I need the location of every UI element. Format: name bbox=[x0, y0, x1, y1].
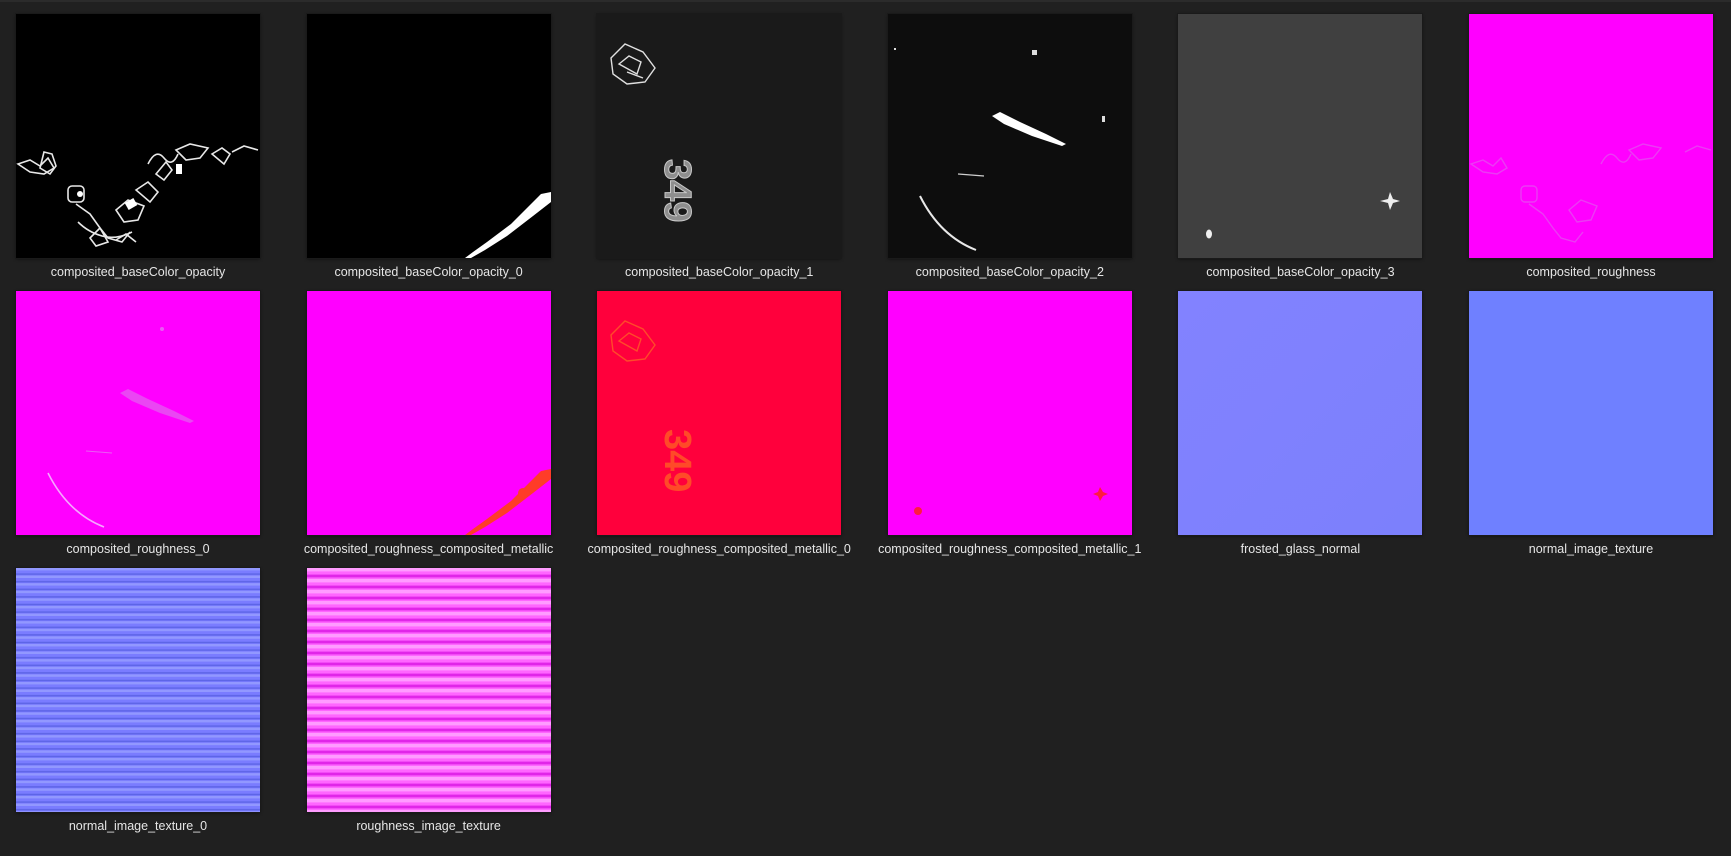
texture-thumbnail[interactable] bbox=[306, 568, 551, 812]
decal-number-text: 349 bbox=[656, 159, 698, 222]
texture-thumbnail[interactable]: 349 bbox=[597, 291, 842, 535]
texture-thumbnail[interactable] bbox=[887, 14, 1132, 258]
file-tile[interactable]: composited_roughness bbox=[1468, 14, 1713, 291]
texture-thumbnail[interactable] bbox=[16, 14, 260, 258]
file-tile[interactable]: composited_baseColor_opacity_0 bbox=[306, 14, 551, 291]
file-tile[interactable]: 349 composited_roughness_composited_meta… bbox=[588, 291, 851, 568]
window-top-border bbox=[0, 0, 1731, 2]
file-name[interactable]: composited_baseColor_opacity bbox=[0, 264, 290, 280]
file-tile[interactable]: roughness_image_texture bbox=[306, 568, 551, 845]
file-name[interactable]: composited_baseColor_opacity_1 bbox=[567, 264, 871, 280]
file-name[interactable]: composited_roughness bbox=[1439, 264, 1731, 280]
file-tile[interactable]: composited_baseColor_opacity bbox=[16, 14, 260, 291]
file-tile[interactable]: composited_baseColor_opacity_2 bbox=[887, 14, 1132, 291]
file-tile[interactable]: frosted_glass_normal bbox=[1178, 291, 1423, 568]
file-tile[interactable]: normal_image_texture bbox=[1468, 291, 1713, 568]
file-name[interactable]: composited_baseColor_opacity_0 bbox=[277, 264, 581, 280]
texture-thumbnail[interactable] bbox=[16, 291, 260, 535]
file-name[interactable]: composited_baseColor_opacity_2 bbox=[858, 264, 1162, 280]
texture-thumbnail[interactable] bbox=[306, 291, 551, 535]
file-name[interactable]: composited_roughness_composited_metallic… bbox=[858, 541, 1162, 557]
file-name[interactable]: composited_roughness_0 bbox=[0, 541, 290, 557]
file-tile[interactable]: normal_image_texture_0 bbox=[16, 568, 260, 845]
file-tile[interactable]: composited_baseColor_opacity_3 bbox=[1178, 14, 1423, 291]
texture-thumbnail[interactable] bbox=[1178, 14, 1423, 258]
file-name[interactable]: composited_roughness_composited_metallic bbox=[277, 541, 581, 557]
decal-number-text: 349 bbox=[656, 429, 698, 492]
texture-thumbnail[interactable] bbox=[1468, 14, 1713, 258]
texture-thumbnail[interactable]: 349 bbox=[597, 14, 842, 258]
texture-thumbnail[interactable] bbox=[887, 291, 1132, 535]
texture-thumbnail[interactable] bbox=[306, 14, 551, 258]
file-name[interactable]: composited_roughness_composited_metallic… bbox=[567, 541, 871, 557]
file-name[interactable]: normal_image_texture_0 bbox=[0, 818, 290, 834]
file-name[interactable]: frosted_glass_normal bbox=[1148, 541, 1452, 557]
texture-thumbnail[interactable] bbox=[1178, 291, 1423, 535]
texture-thumbnail[interactable] bbox=[1468, 291, 1713, 535]
texture-thumbnail[interactable] bbox=[16, 568, 260, 812]
file-tile[interactable]: composited_roughness_composited_metallic… bbox=[878, 291, 1141, 568]
file-name[interactable]: normal_image_texture bbox=[1439, 541, 1731, 557]
file-name[interactable]: composited_baseColor_opacity_3 bbox=[1148, 264, 1452, 280]
file-tile[interactable]: composited_roughness_0 bbox=[16, 291, 260, 568]
file-tile[interactable]: composited_roughness_composited_metallic bbox=[304, 291, 553, 568]
file-grid: composited_baseColor_opacity composited_… bbox=[16, 14, 1713, 845]
file-tile[interactable]: 349 composited_baseColor_opacity_1 bbox=[597, 14, 842, 291]
file-name[interactable]: roughness_image_texture bbox=[277, 818, 581, 834]
